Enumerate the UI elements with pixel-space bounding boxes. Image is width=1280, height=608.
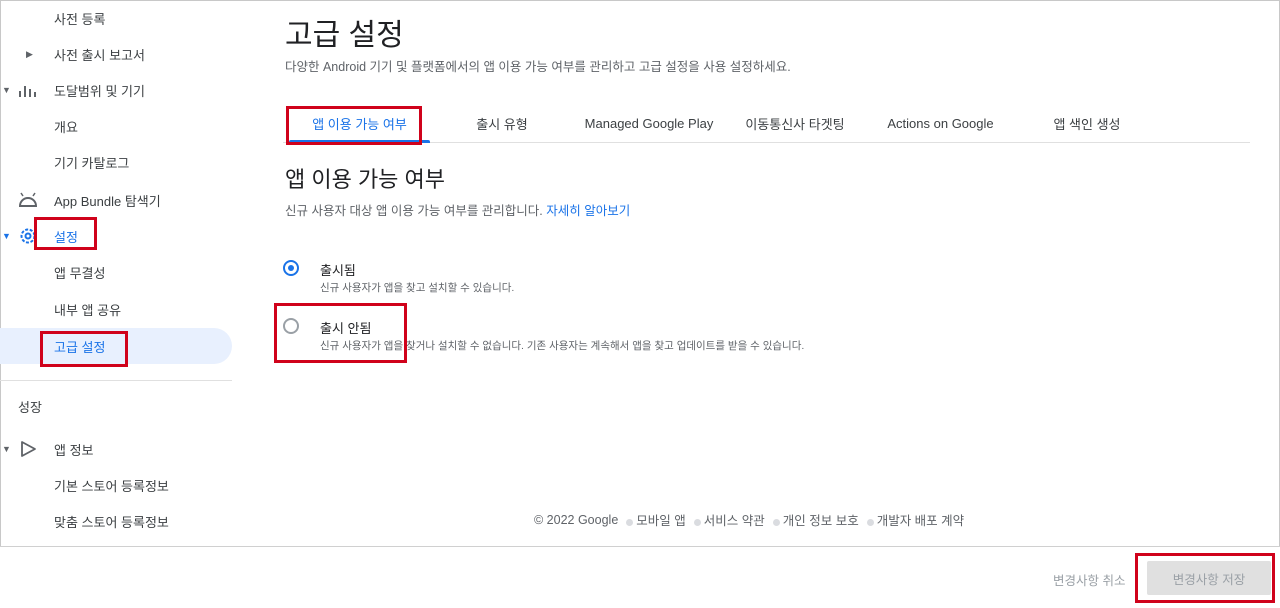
sidebar-item-overview[interactable]: 개요 xyxy=(0,108,232,144)
radio-published[interactable] xyxy=(283,260,299,276)
separator-dot xyxy=(772,519,780,526)
sidebar-item-label: 사전 출시 보고서 xyxy=(54,47,145,63)
option-title: 출시 안됨 xyxy=(320,321,372,336)
sidebar-item-label: 앱 정보 xyxy=(54,442,94,458)
sidebar-item-pre-registration[interactable]: 사전 등록 xyxy=(0,0,232,36)
footer-link-privacy[interactable]: 개인 정보 보호 xyxy=(783,510,859,529)
discard-changes-button[interactable]: 변경사항 취소 xyxy=(1053,570,1125,589)
sidebar-item-label: App Bundle 탐색기 xyxy=(54,193,161,209)
sidebar-item-label: 고급 설정 xyxy=(54,339,106,355)
sidebar-divider xyxy=(0,380,232,381)
sidebar-item-label: 기본 스토어 등록정보 xyxy=(54,478,169,494)
copyright: © 2022 Google xyxy=(534,512,619,527)
sidebar-item-label: 도달범위 및 기기 xyxy=(54,83,145,99)
page-description: 다양한 Android 기기 및 플랫폼에서의 앱 이용 가능 여부를 관리하고… xyxy=(285,60,791,74)
sidebar-item-pre-launch-report[interactable]: ▶ 사전 출시 보고서 xyxy=(0,36,232,72)
sidebar-item-custom-store-listing[interactable]: 맞춤 스토어 등록정보 xyxy=(0,503,232,539)
sidebar-item-main-store-listing[interactable]: 기본 스토어 등록정보 xyxy=(0,467,232,503)
sidebar-item-app-info[interactable]: ▼ 앱 정보 xyxy=(0,431,232,467)
tab-carrier-targeting[interactable]: 이동통신사 타겟팅 xyxy=(735,104,855,142)
section-subtitle: 신규 사용자 대상 앱 이용 가능 여부를 관리합니다. 자세히 알아보기 xyxy=(285,200,630,219)
sidebar-item-label: 맞춤 스토어 등록정보 xyxy=(54,514,169,530)
sidebar-item-device-catalog[interactable]: 기기 카탈로그 xyxy=(0,144,232,180)
tab-managed-google-play[interactable]: Managed Google Play xyxy=(575,104,723,142)
sidebar-section-title: 성장 xyxy=(18,400,42,415)
sidebar-item-internal-app-sharing[interactable]: 내부 앱 공유 xyxy=(0,291,232,327)
tab-app-availability[interactable]: 앱 이용 가능 여부 xyxy=(289,104,430,143)
radio-unpublished[interactable] xyxy=(283,318,299,334)
learn-more-link[interactable]: 자세히 알아보기 xyxy=(546,204,630,218)
option-title: 출시됨 xyxy=(320,263,356,278)
bar-chart-icon xyxy=(18,80,38,100)
sidebar-item-label: 기기 카탈로그 xyxy=(54,155,130,171)
gear-icon xyxy=(18,226,38,246)
footer-link-terms[interactable]: 서비스 약관 xyxy=(704,510,765,529)
sidebar-item-app-integrity[interactable]: 앱 무결성 xyxy=(0,254,232,290)
sidebar-item-label: 사전 등록 xyxy=(54,11,106,27)
chevron-down-icon[interactable]: ▼ xyxy=(2,231,11,241)
sidebar-item-reach-devices[interactable]: ▼ 도달범위 및 기기 xyxy=(0,72,232,108)
separator-dot xyxy=(626,519,634,526)
tab-bar: 앱 이용 가능 여부 출시 유형 Managed Google Play 이동통… xyxy=(283,104,1250,143)
option-description: 신규 사용자가 앱을 찾고 설치할 수 있습니다. xyxy=(320,282,515,294)
page-title: 고급 설정 xyxy=(285,19,404,52)
footer-link-developer-agreement[interactable]: 개발자 배포 계약 xyxy=(877,510,964,529)
separator-dot xyxy=(693,519,701,526)
tab-app-indexing[interactable]: 앱 색인 생성 xyxy=(1037,104,1137,142)
section-subtitle-text: 신규 사용자 대상 앱 이용 가능 여부를 관리합니다. xyxy=(285,204,543,218)
chevron-right-icon[interactable]: ▶ xyxy=(26,49,33,60)
separator-dot xyxy=(866,519,874,526)
sidebar-item-label: 개요 xyxy=(54,119,78,135)
chevron-down-icon[interactable]: ▼ xyxy=(2,444,11,454)
tab-release-type[interactable]: 출시 유형 xyxy=(443,104,561,142)
sidebar-item-advanced-settings[interactable]: 고급 설정 xyxy=(0,328,232,364)
sidebar-item-label: 설정 xyxy=(54,229,78,245)
tab-actions-on-google[interactable]: Actions on Google xyxy=(873,104,1008,142)
save-changes-button[interactable]: 변경사항 저장 xyxy=(1147,561,1271,595)
sidebar: 사전 등록 ▶ 사전 출시 보고서 ▼ 도달범위 및 기기 개요 기기 카탈로그… xyxy=(0,0,240,548)
sidebar-item-label: 앱 무결성 xyxy=(54,265,106,281)
play-icon xyxy=(18,439,38,459)
section-heading: 앱 이용 가능 여부 xyxy=(285,167,446,192)
sidebar-item-label: 내부 앱 공유 xyxy=(54,302,122,318)
sidebar-item-app-bundle-explorer[interactable]: App Bundle 탐색기 xyxy=(0,182,232,218)
sidebar-item-settings[interactable]: ▼ 설정 xyxy=(0,218,232,254)
option-description: 신규 사용자가 앱을 찾거나 설치할 수 없습니다. 기존 사용자는 계속해서 … xyxy=(320,340,805,352)
footer-link-mobile-app[interactable]: 모바일 앱 xyxy=(636,510,685,529)
android-icon xyxy=(18,190,38,210)
chevron-down-icon[interactable]: ▼ xyxy=(2,85,11,95)
footer: © 2022 Google 모바일 앱 서비스 약관 개인 정보 보호 개발자 … xyxy=(534,510,964,529)
